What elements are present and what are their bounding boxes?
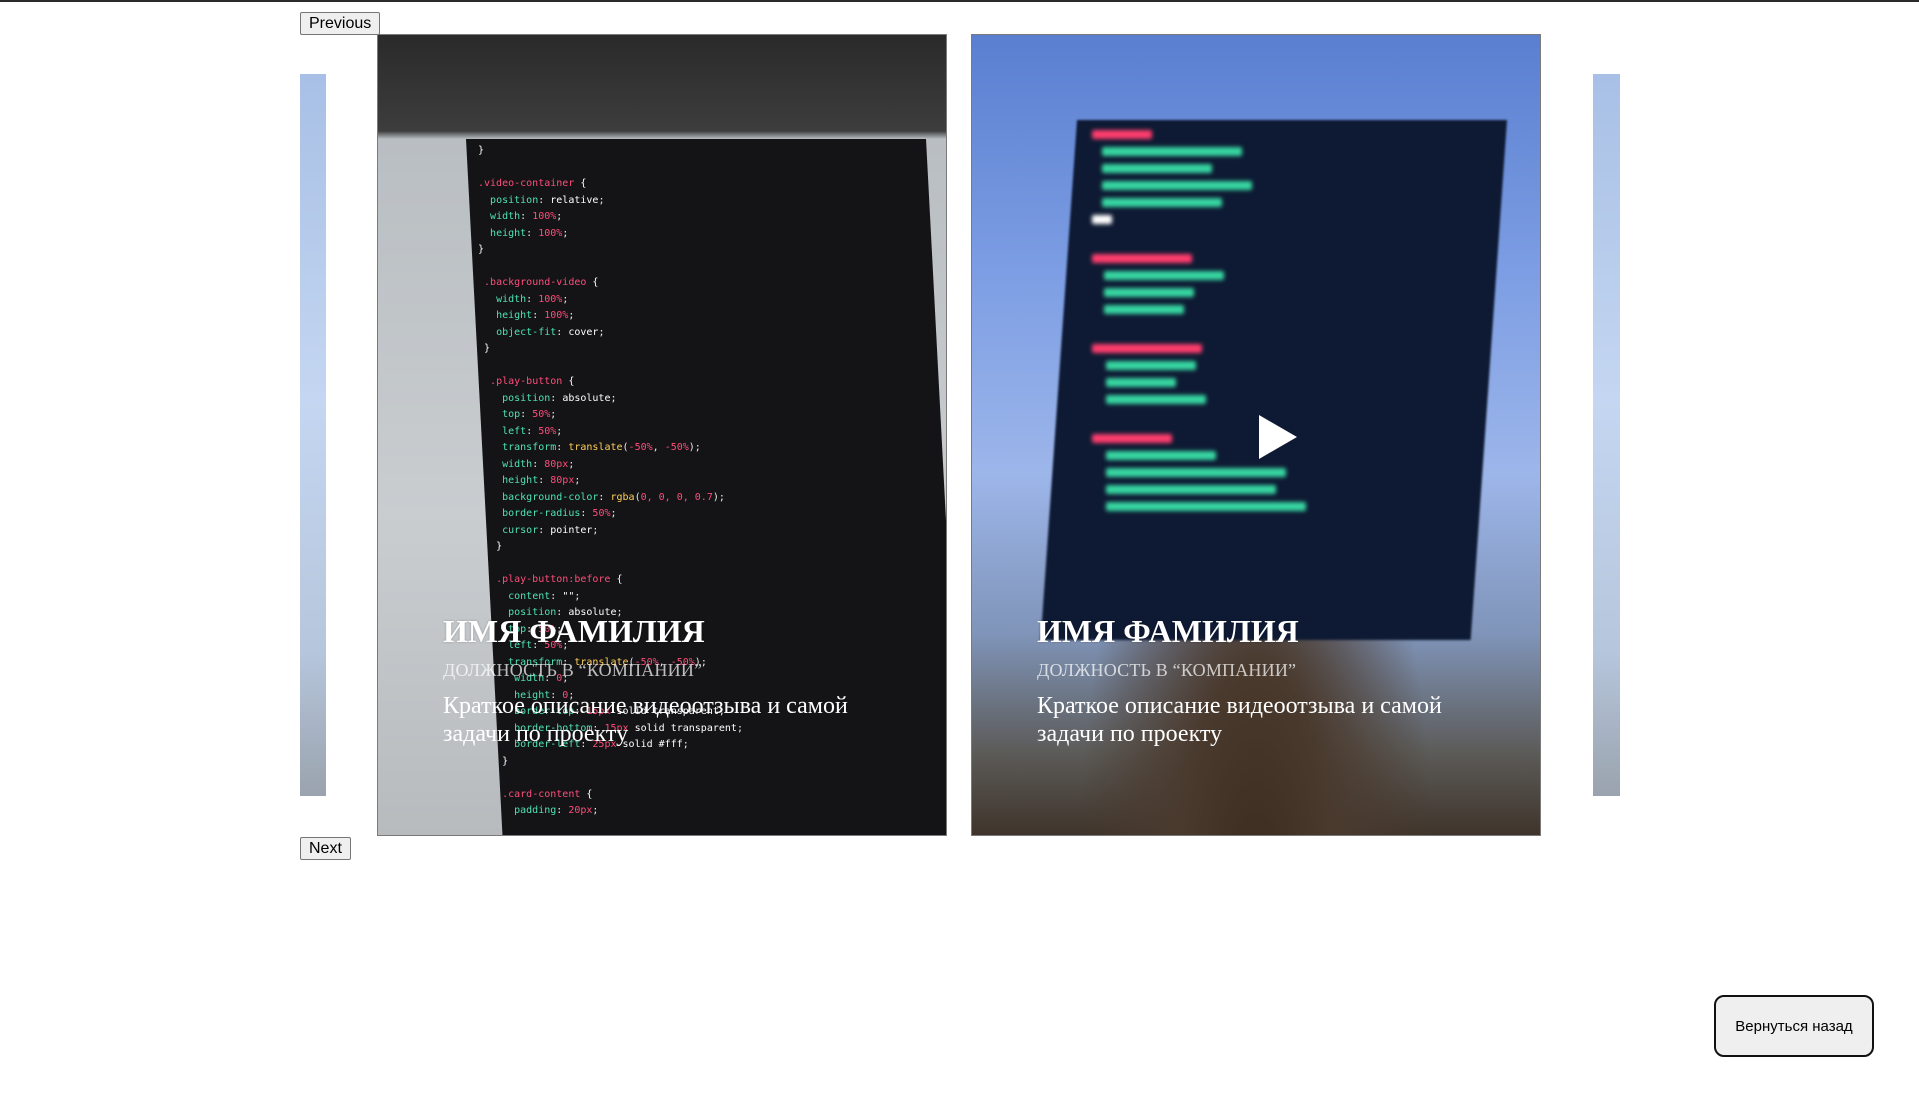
card-caption: ИМЯ ФАМИЛИЯ ДОЛЖНОСТЬ В “КОМПАНИИ” Кратк…	[1037, 613, 1507, 748]
carousel-slide-peek-left[interactable]	[300, 74, 326, 796]
next-button[interactable]: Next	[300, 837, 351, 860]
video-review-card[interactable]: } .video-container { position: relative;…	[377, 34, 947, 836]
card-caption: ИМЯ ФАМИЛИЯ ДОЛЖНОСТЬ В “КОМПАНИИ” Кратк…	[443, 613, 913, 748]
blurred-code	[1092, 130, 1332, 519]
previous-button[interactable]: Previous	[300, 12, 381, 35]
video-review-card[interactable]: ИМЯ ФАМИЛИЯ ДОЛЖНОСТЬ В “КОМПАНИИ” Кратк…	[971, 34, 1541, 836]
carousel-slide-peek-right[interactable]	[1593, 74, 1620, 796]
reviewer-name: ИМЯ ФАМИЛИЯ	[443, 613, 705, 649]
review-description: Краткое описание видеоотзыва и самой зад…	[443, 693, 848, 747]
reviewer-position: ДОЛЖНОСТЬ В “КОМПАНИИ”	[1037, 660, 1297, 680]
play-icon[interactable]	[1259, 415, 1297, 459]
reviewer-position: ДОЛЖНОСТЬ В “КОМПАНИИ”	[443, 660, 703, 680]
back-button[interactable]: Вернуться назад	[1714, 995, 1874, 1057]
review-description: Краткое описание видеоотзыва и самой зад…	[1037, 693, 1442, 747]
reviewer-name: ИМЯ ФАМИЛИЯ	[1037, 613, 1299, 649]
top-border	[0, 0, 1919, 2]
